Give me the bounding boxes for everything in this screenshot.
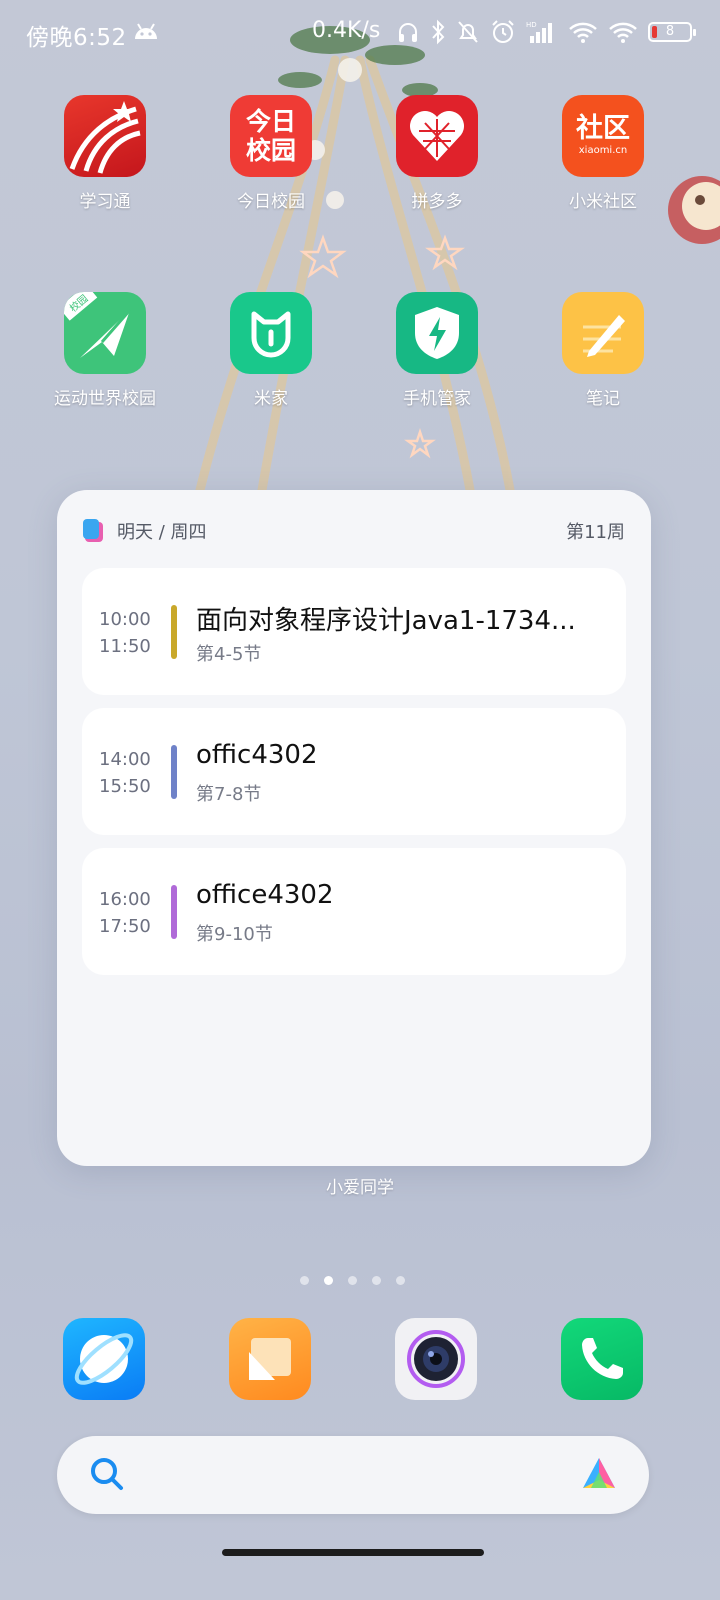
phone-icon xyxy=(582,1338,623,1379)
app-label: 学习通 xyxy=(79,192,131,212)
course-periods: 第7-8节 xyxy=(196,784,262,805)
course-end-time: 15:50 xyxy=(99,776,151,797)
course-card[interactable]: 16:00 17:50 office4302 第9-10节 xyxy=(82,848,626,975)
xiaomi-community-icon-subtext: xiaomi.cn xyxy=(578,145,628,156)
xuexitong-icon xyxy=(64,95,146,177)
svg-text:HD: HD xyxy=(526,21,537,29)
dock-browser[interactable] xyxy=(63,1318,145,1400)
dock-camera[interactable] xyxy=(395,1318,477,1400)
camera-icon xyxy=(407,1330,465,1388)
app-xuexitong[interactable]: 学习通 xyxy=(45,95,165,212)
widget-caption: 小爱同学 xyxy=(326,1178,394,1198)
course-time: 10:00 11:50 xyxy=(99,606,163,660)
course-time: 14:00 15:50 xyxy=(99,746,163,800)
app-pinduoduo[interactable]: 拼多多 xyxy=(377,95,497,212)
page-dot[interactable] xyxy=(324,1276,333,1285)
app-mijia[interactable]: 米家 xyxy=(211,292,331,409)
signal-hd-icon: HD xyxy=(526,21,552,43)
headphones-icon xyxy=(399,23,417,42)
status-time: 傍晚6:52 xyxy=(26,25,127,51)
page-indicator xyxy=(300,1276,405,1285)
home-indicator[interactable] xyxy=(222,1549,484,1556)
xiaomi-community-icon: 社区 xiaomi.cn xyxy=(562,95,644,177)
app-label: 小米社区 xyxy=(569,192,637,212)
search-icon xyxy=(91,1458,123,1490)
course-name: offic4302 xyxy=(196,740,318,770)
page-dot[interactable] xyxy=(348,1276,357,1285)
status-bar: 傍晚6:52 0.4K/s HD 8 xyxy=(0,0,720,64)
network-speed: 0.4K/s xyxy=(312,18,381,43)
mute-bell-icon xyxy=(458,21,478,43)
page-dot[interactable] xyxy=(396,1276,405,1285)
mijia-icon xyxy=(230,292,312,374)
app-label: 拼多多 xyxy=(411,192,463,212)
app-notes[interactable]: 笔记 xyxy=(543,292,663,409)
course-card[interactable]: 14:00 15:50 offic4302 第7-8节 xyxy=(82,708,626,835)
browser-icon xyxy=(74,1333,134,1385)
jinrixiaoyuan-icon-text: 今日校园 xyxy=(245,107,296,165)
course-periods: 第4-5节 xyxy=(196,644,262,665)
dock-phone[interactable] xyxy=(561,1318,643,1400)
search-bar[interactable] xyxy=(57,1436,649,1514)
battery-level: 8 xyxy=(665,24,675,39)
course-time: 16:00 17:50 xyxy=(99,886,163,940)
xiaomi-community-icon-text: 社区 xyxy=(576,113,630,144)
security-icon xyxy=(396,292,478,374)
course-name: 面向对象程序设计Java1-1734... xyxy=(196,606,576,636)
app-sports-world[interactable]: 校园 运动世界校园 xyxy=(45,292,165,409)
app-label: 今日校园 xyxy=(237,192,305,212)
wifi-icon-2 xyxy=(609,22,637,43)
course-color-bar xyxy=(171,605,177,659)
course-end-time: 11:50 xyxy=(99,636,151,657)
course-card[interactable]: 10:00 11:50 面向对象程序设计Java1-1734... 第4-5节 xyxy=(82,568,626,695)
widget-date: 明天 / 周四 xyxy=(117,522,207,543)
pinduoduo-icon xyxy=(396,95,478,177)
battery-icon: 8 xyxy=(648,22,696,42)
course-name: office4302 xyxy=(196,880,334,910)
schedule-app-icon xyxy=(83,519,103,542)
dock-gallery[interactable] xyxy=(229,1318,311,1400)
course-color-bar xyxy=(171,745,177,799)
course-color-bar xyxy=(171,885,177,939)
bluetooth-icon xyxy=(432,19,445,45)
course-start-time: 10:00 xyxy=(99,609,151,630)
app-label: 米家 xyxy=(254,389,288,409)
app-xiaomi-community[interactable]: 社区 xiaomi.cn 小米社区 xyxy=(543,95,663,212)
course-schedule-widget[interactable]: 明天 / 周四 第11周 10:00 11:50 面向对象程序设计Java1-1… xyxy=(57,490,651,1166)
app-label: 运动世界校园 xyxy=(54,389,156,409)
course-start-time: 14:00 xyxy=(99,749,151,770)
sports-world-icon: 校园 xyxy=(64,292,146,374)
status-icons: HD 8 xyxy=(396,16,696,48)
xiaoai-assistant-icon[interactable] xyxy=(577,1452,621,1496)
page-dot[interactable] xyxy=(372,1276,381,1285)
wifi-icon xyxy=(569,22,597,43)
widget-week-number: 第11周 xyxy=(566,522,625,543)
gallery-icon xyxy=(249,1338,291,1380)
app-jinrixiaoyuan[interactable]: 今日校园 今日校园 xyxy=(211,95,331,212)
course-periods: 第9-10节 xyxy=(196,924,273,945)
app-label: 手机管家 xyxy=(403,389,471,409)
app-label: 笔记 xyxy=(586,389,620,409)
alarm-icon xyxy=(492,20,514,43)
course-end-time: 17:50 xyxy=(99,916,151,937)
notes-icon xyxy=(562,292,644,374)
jinrixiaoyuan-icon: 今日校园 xyxy=(230,95,312,177)
app-security[interactable]: 手机管家 xyxy=(377,292,497,409)
page-dot[interactable] xyxy=(300,1276,309,1285)
widget-header: 明天 / 周四 第11周 xyxy=(83,516,625,546)
android-icon xyxy=(135,23,157,39)
course-start-time: 16:00 xyxy=(99,889,151,910)
